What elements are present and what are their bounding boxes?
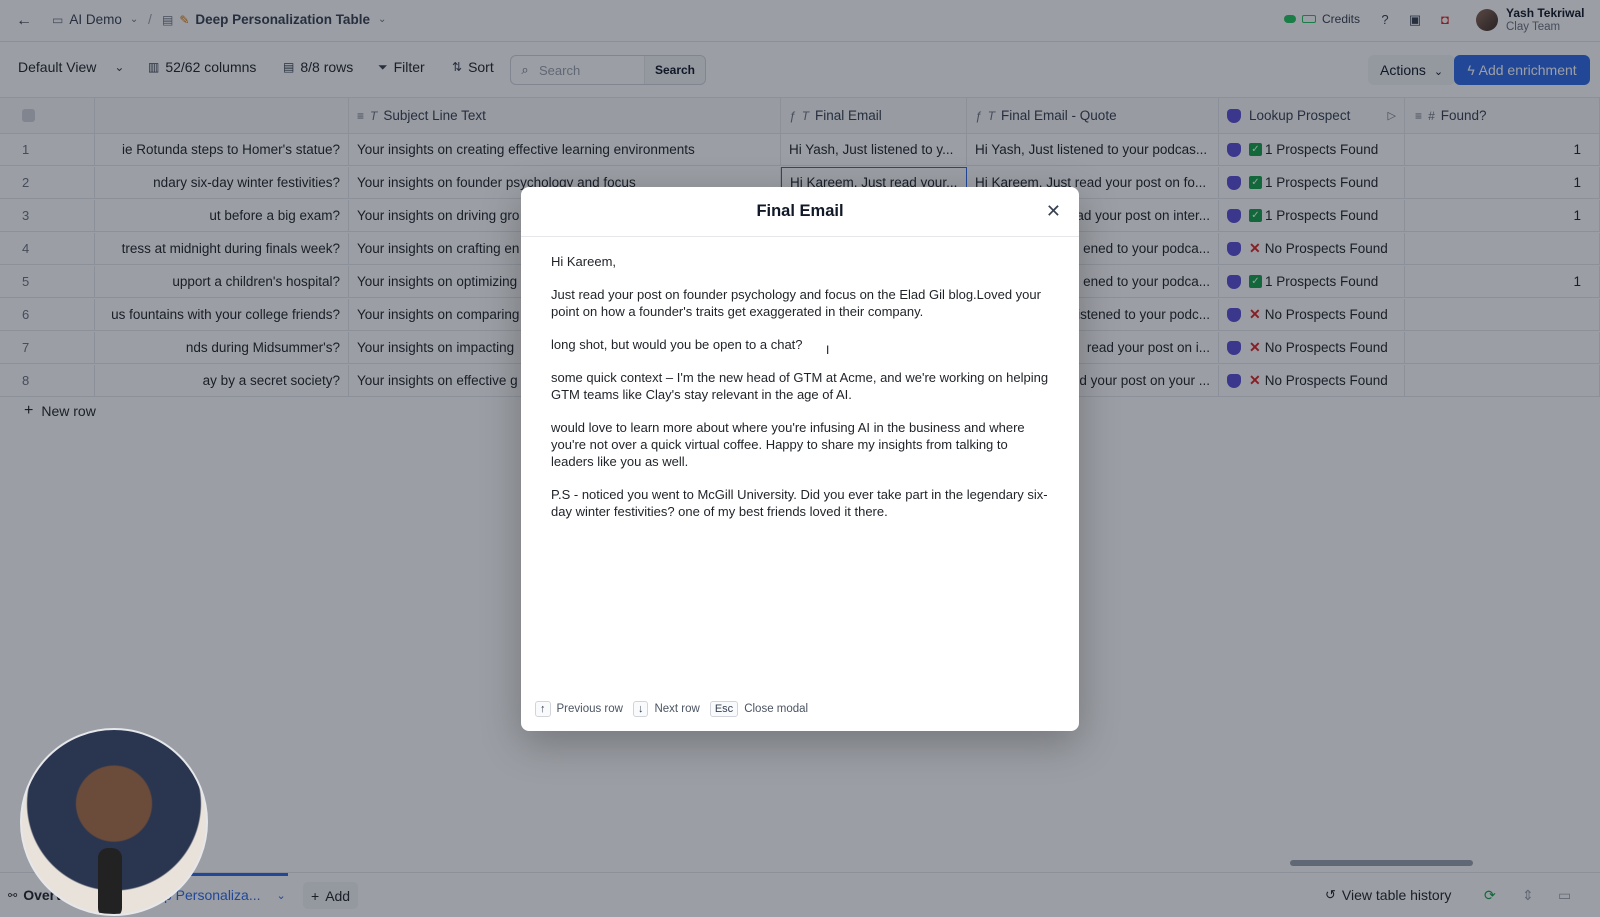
microphone-icon <box>98 848 122 914</box>
email-paragraph: Just read your post on founder psycholog… <box>551 287 1041 319</box>
arrow-up-key-icon: ↑ <box>535 701 551 717</box>
close-icon[interactable]: ✕ <box>1046 201 1061 221</box>
modal-header: Final Email ✕ <box>521 187 1079 237</box>
final-email-modal: Final Email ✕ Hi Kareem, Just read your … <box>521 187 1079 731</box>
next-row-hint[interactable]: Next row <box>654 703 699 715</box>
email-paragraph: P.S - noticed you went to McGill Univers… <box>551 487 1048 519</box>
previous-row-hint[interactable]: Previous row <box>557 703 623 715</box>
close-modal-hint[interactable]: Close modal <box>744 703 808 715</box>
text-cursor-icon: I <box>826 343 830 357</box>
webcam-overlay <box>20 728 208 916</box>
modal-footer: ↑ Previous row ↓ Next row Esc Close moda… <box>535 701 808 717</box>
email-body[interactable]: Hi Kareem, Just read your post on founde… <box>521 237 1079 552</box>
esc-key-icon: Esc <box>709 701 739 717</box>
arrow-down-key-icon: ↓ <box>632 701 649 717</box>
email-greeting: Hi Kareem, <box>551 254 617 269</box>
modal-title: Final Email <box>756 202 844 220</box>
email-paragraph: some quick context – I'm the new head of… <box>551 370 1049 402</box>
email-paragraph: long shot, but would you be open to a ch… <box>551 337 803 352</box>
email-paragraph: would love to learn more about where you… <box>551 420 1025 469</box>
